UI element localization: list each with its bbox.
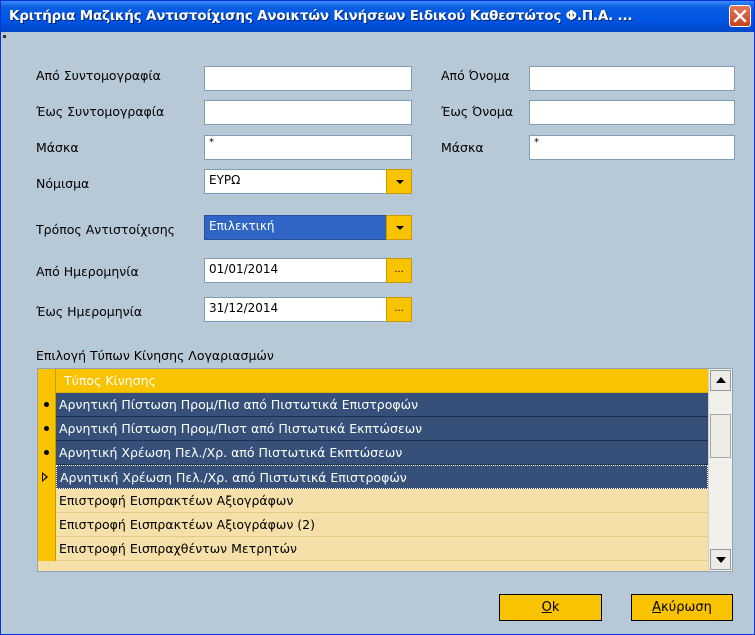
title-bar[interactable]: Κριτήρια Μαζικής Αντιστοίχισης Ανοικτών … bbox=[1, 1, 754, 32]
from-date-picker-button[interactable]: ... bbox=[386, 258, 412, 283]
ellipsis-icon: ... bbox=[394, 264, 404, 275]
grid-rows: Τύπος Κίνησης Αρνητική Πίστωση Προμ/Πισ … bbox=[38, 369, 708, 571]
currency-dropdown-button[interactable] bbox=[386, 169, 412, 194]
grid-empty-area bbox=[38, 561, 708, 571]
currency-label: Νόμισμα bbox=[36, 176, 90, 191]
from-date-input[interactable]: 01/01/2014 bbox=[204, 258, 412, 283]
grid-header-row: Τύπος Κίνησης bbox=[38, 369, 708, 393]
column-header-type[interactable]: Τύπος Κίνησης bbox=[56, 369, 708, 393]
mask-input-right[interactable]: * bbox=[529, 135, 735, 160]
empty-cell bbox=[38, 561, 708, 571]
transaction-type-cell[interactable]: Επιστροφή Εισπρακτέων Αξιογράφων (2) bbox=[56, 513, 708, 537]
row-header-corner bbox=[38, 369, 56, 393]
row-selector[interactable] bbox=[38, 417, 56, 441]
row-selector[interactable] bbox=[38, 489, 56, 513]
from-name-input[interactable] bbox=[529, 66, 735, 91]
selected-row-icon bbox=[44, 450, 49, 455]
selected-row-icon bbox=[44, 402, 49, 407]
from-date-value: 01/01/2014 bbox=[209, 262, 279, 276]
row-selector[interactable] bbox=[38, 513, 56, 537]
grid-section-label: Επιλογή Τύπων Κίνησης Λογαριασμών bbox=[36, 348, 274, 363]
corner-grip bbox=[3, 35, 6, 38]
to-date-input[interactable]: 31/12/2014 bbox=[204, 297, 412, 322]
transaction-type-cell[interactable]: Αρνητική Πίστωση Προμ/Πισ από Πιστωτικά … bbox=[56, 393, 708, 417]
ok-mnemonic: O bbox=[541, 600, 552, 615]
transaction-type-cell[interactable]: Αρνητική Χρέωση Πελ./Χρ. από Πιστωτικά Ε… bbox=[56, 465, 708, 489]
grid-vertical-scrollbar[interactable] bbox=[708, 369, 732, 571]
current-row-icon bbox=[42, 472, 48, 482]
grid-row[interactable]: Αρνητική Χρέωση Πελ./Χρ. από Πιστωτικά Ε… bbox=[38, 465, 708, 489]
to-name-label: Έως Όνομα bbox=[441, 104, 514, 119]
row-selector[interactable] bbox=[38, 537, 56, 561]
ok-button[interactable]: Ok bbox=[499, 594, 602, 621]
match-mode-value: Επιλεκτική bbox=[209, 219, 275, 233]
to-code-label: Έως Συντομογραφία bbox=[36, 104, 165, 119]
row-selector[interactable] bbox=[38, 441, 56, 465]
grid-row[interactable]: Επιστροφή Εισπρακτέων Αξιογράφων bbox=[38, 489, 708, 513]
close-icon bbox=[733, 9, 747, 23]
match-mode-select[interactable]: Επιλεκτική bbox=[204, 215, 412, 240]
from-name-label: Από Όνομα bbox=[441, 68, 510, 83]
arrow-down-icon bbox=[716, 557, 726, 563]
dialog-window: Κριτήρια Μαζικής Αντιστοίχισης Ανοικτών … bbox=[0, 0, 755, 635]
to-date-picker-button[interactable]: ... bbox=[386, 297, 412, 322]
scroll-up-button[interactable] bbox=[710, 370, 731, 391]
window-title: Κριτήρια Μαζικής Αντιστοίχισης Ανοικτών … bbox=[9, 8, 633, 24]
transaction-type-cell[interactable]: Επιστροφή Εισπραχθέντων Μετρητών bbox=[56, 537, 708, 561]
to-code-input[interactable] bbox=[204, 100, 412, 125]
cancel-mnemonic: Α bbox=[652, 600, 662, 615]
transaction-type-cell[interactable]: Επιστροφή Εισπρακτέων Αξιογράφων bbox=[56, 489, 708, 513]
transaction-type-cell[interactable]: Αρνητική Πίστωση Προμ/Πιστ από Πιστωτικά… bbox=[56, 417, 708, 441]
from-date-label: Από Ημερομηνία bbox=[36, 264, 139, 279]
scroll-thumb[interactable] bbox=[710, 414, 731, 458]
scroll-down-button[interactable] bbox=[710, 549, 731, 570]
transaction-types-grid[interactable]: Τύπος Κίνησης Αρνητική Πίστωση Προμ/Πισ … bbox=[37, 368, 733, 572]
from-code-label: Από Συντομογραφία bbox=[36, 68, 161, 83]
grid-row[interactable]: Επιστροφή Εισπρακτέων Αξιογράφων (2) bbox=[38, 513, 708, 537]
currency-value: ΕΥΡΩ bbox=[209, 173, 241, 187]
from-code-input[interactable] bbox=[204, 66, 412, 91]
row-selector[interactable] bbox=[38, 393, 56, 417]
mask-label-right: Μάσκα bbox=[441, 140, 484, 155]
mask-input-left[interactable]: * bbox=[204, 135, 412, 160]
selected-row-icon bbox=[44, 426, 49, 431]
match-mode-label: Τρόπος Αντιστοίχισης bbox=[36, 222, 175, 237]
to-date-value: 31/12/2014 bbox=[209, 301, 279, 315]
currency-select[interactable]: ΕΥΡΩ bbox=[204, 169, 412, 194]
chevron-down-icon bbox=[396, 226, 404, 230]
mask-label-left: Μάσκα bbox=[36, 140, 79, 155]
grid-row[interactable]: Αρνητική Πίστωση Προμ/Πιστ από Πιστωτικά… bbox=[38, 417, 708, 441]
chevron-down-icon bbox=[396, 180, 404, 184]
row-selector[interactable] bbox=[38, 465, 56, 489]
transaction-type-cell[interactable]: Αρνητική Χρέωση Πελ./Χρ. από Πιστωτικά Ε… bbox=[56, 441, 708, 465]
ellipsis-icon: ... bbox=[394, 303, 404, 314]
grid-row[interactable]: Αρνητική Πίστωση Προμ/Πισ από Πιστωτικά … bbox=[38, 393, 708, 417]
grid-row[interactable]: Επιστροφή Εισπραχθέντων Μετρητών bbox=[38, 537, 708, 561]
to-date-label: Έως Ημερομηνία bbox=[36, 304, 143, 319]
close-button[interactable] bbox=[729, 5, 751, 27]
grid-row[interactable]: Αρνητική Χρέωση Πελ./Χρ. από Πιστωτικά Ε… bbox=[38, 441, 708, 465]
to-name-input[interactable] bbox=[529, 100, 735, 125]
cancel-label-rest: κύρωση bbox=[661, 600, 712, 615]
cancel-button[interactable]: Ακύρωση bbox=[631, 594, 733, 621]
arrow-up-icon bbox=[716, 377, 726, 383]
ok-label-rest: k bbox=[551, 600, 560, 615]
match-mode-dropdown-button[interactable] bbox=[386, 215, 412, 240]
